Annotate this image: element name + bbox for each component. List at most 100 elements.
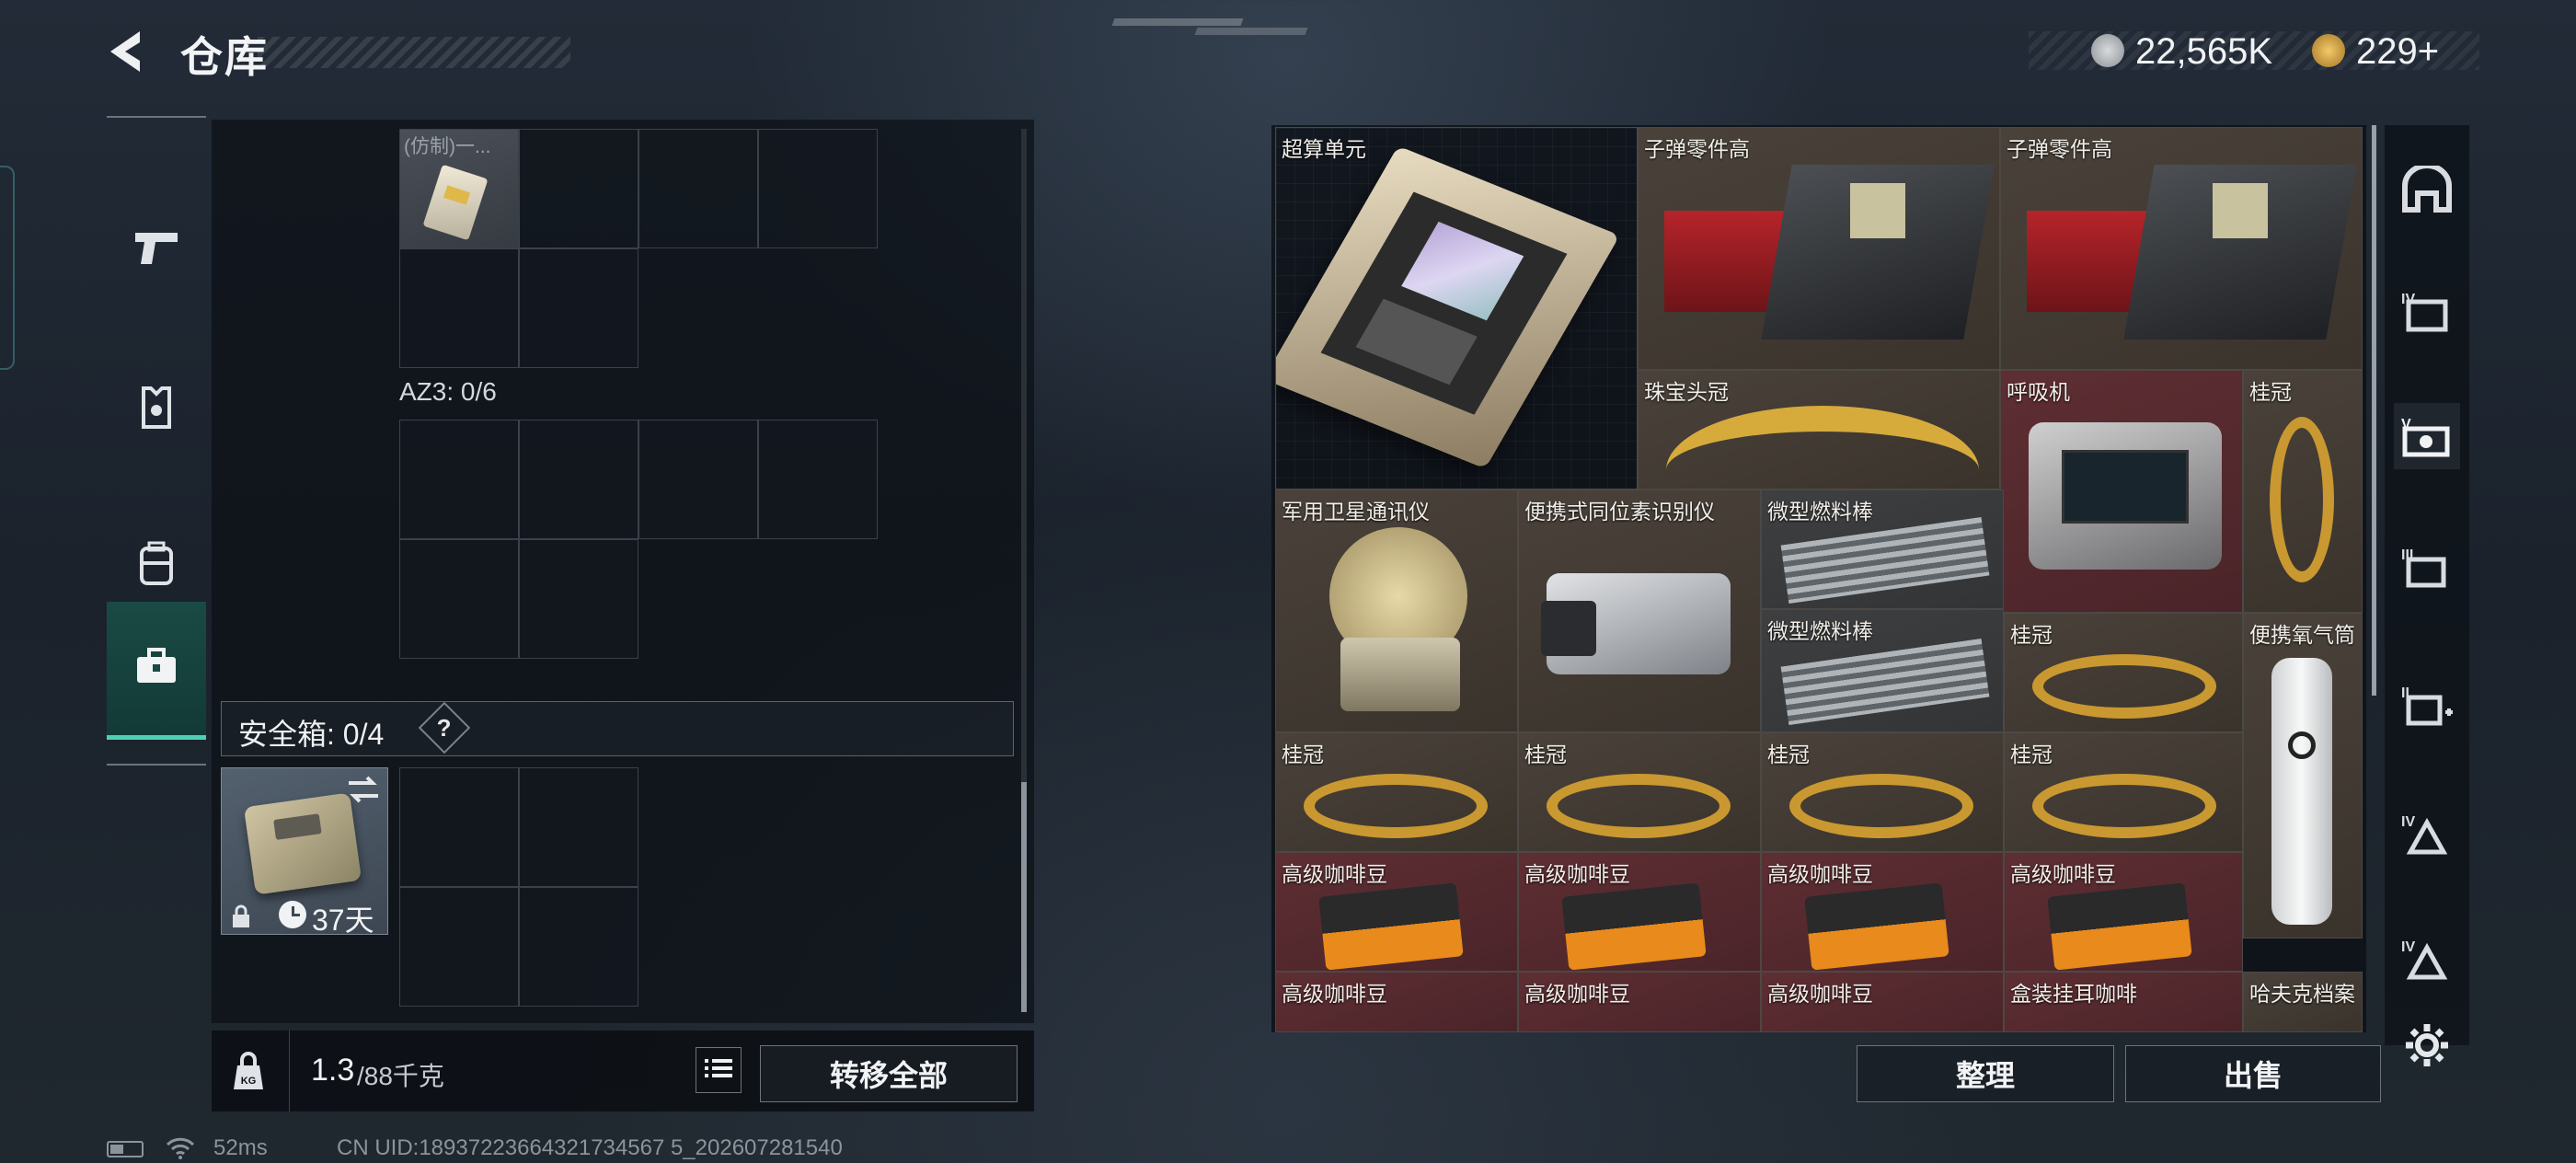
grid-cell[interactable] <box>399 539 519 659</box>
grid-cell[interactable] <box>519 248 638 368</box>
lock-icon <box>231 904 251 933</box>
stash-item[interactable]: 呼吸机 <box>2000 370 2243 613</box>
jewel-crown-image <box>1666 406 1979 470</box>
item-name: (仿制)一... <box>404 136 491 157</box>
back-arrow-icon[interactable] <box>103 26 155 77</box>
expiry-days: 37天 <box>312 904 374 937</box>
grid-cell[interactable] <box>638 420 758 539</box>
stash-item[interactable]: 盒装挂耳咖啡 <box>2004 972 2243 1032</box>
vault-icon[interactable] <box>2394 156 2460 223</box>
list-view-button[interactable] <box>696 1047 742 1093</box>
help-icon[interactable]: ? <box>418 701 471 754</box>
stash-item[interactable]: 高级咖啡豆 <box>1275 852 1518 972</box>
title-decoration <box>258 37 570 68</box>
nav-top-line <box>107 116 206 118</box>
equipment-nav <box>107 116 206 766</box>
safebox-slot[interactable] <box>399 767 519 887</box>
stash-item[interactable]: 珠宝头冠 <box>1638 370 2000 489</box>
stash-item[interactable]: 桂冠 <box>1761 732 2004 852</box>
fuel-rod-image <box>1780 639 1990 725</box>
stash-item[interactable]: 高级咖啡豆 <box>1518 852 1761 972</box>
nav-armor[interactable] <box>107 340 206 478</box>
coffee-bean-image <box>1561 882 1707 971</box>
stash-category-rail: IV V III II IV IV <box>2385 125 2469 1045</box>
stash-item[interactable]: 桂冠 <box>2243 370 2363 613</box>
container-item-slot[interactable]: (仿制)一... <box>399 129 519 248</box>
stash-item[interactable]: 高级咖啡豆 <box>1761 972 2004 1032</box>
isotope-identifier-image <box>1541 573 1731 674</box>
gold-coin-icon[interactable] <box>2312 34 2345 67</box>
stash-item[interactable]: 桂冠 <box>2004 613 2243 732</box>
scan-v-icon[interactable]: V <box>2394 403 2460 469</box>
stash-item[interactable]: 高级咖啡豆 <box>2004 852 2243 972</box>
uid-text: CN UID:18937223664321734567 5_2026072815… <box>337 1135 843 1160</box>
stash-item[interactable]: 哈夫克档案 <box>2243 972 2363 1032</box>
az3-label: AZ3: 0/6 <box>399 377 497 406</box>
stash-item[interactable]: 军用卫星通讯仪 <box>1275 489 1518 732</box>
folder-iv-icon[interactable]: IV <box>2394 278 2460 344</box>
stash-item[interactable]: 便携氧气筒 <box>2243 613 2363 938</box>
nav-weapon[interactable] <box>107 180 206 318</box>
stash-item[interactable]: 桂冠 <box>2004 732 2243 852</box>
stash-item[interactable]: 微型燃料棒 <box>1761 489 2004 609</box>
medkit-ii-icon[interactable]: II <box>2394 672 2460 738</box>
grid-cell[interactable] <box>758 129 878 248</box>
toolbox-icon <box>133 646 179 691</box>
stash-item[interactable]: 子弹零件高 <box>2000 127 2363 370</box>
grid-cell[interactable] <box>758 420 878 539</box>
laurel-crown-image <box>2032 654 2216 719</box>
nav-safebox[interactable] <box>107 602 206 740</box>
weight-current: 1.3 <box>311 1053 355 1088</box>
weight-lock-icon: KG <box>230 1051 267 1096</box>
stash-item[interactable]: 超算单元 <box>1275 127 1638 489</box>
stash-item[interactable]: 子弹零件高 <box>1638 127 2000 370</box>
coffee-bean-image <box>1318 882 1464 971</box>
safebox-slot[interactable] <box>399 887 519 1007</box>
svg-text:IV: IV <box>2401 814 2415 830</box>
list-icon <box>705 1057 732 1084</box>
laurel-crown-image <box>1547 774 1731 838</box>
fuel-rod-image <box>1780 517 1990 604</box>
top-glare <box>1111 18 1244 26</box>
stash-item[interactable]: 高级咖啡豆 <box>1518 972 1761 1032</box>
grid-cell[interactable] <box>399 248 519 368</box>
transfer-all-button[interactable]: 转移全部 <box>760 1045 1018 1102</box>
safebox-slot[interactable] <box>519 767 638 887</box>
safebox-header: 安全箱: 0/4 ? <box>221 701 1014 756</box>
ammo-box-image <box>1850 183 1905 238</box>
swap-icon[interactable] <box>345 774 382 810</box>
sell-button[interactable]: 出售 <box>2125 1045 2381 1102</box>
laurel-crown-image <box>2270 417 2334 582</box>
stash-item[interactable]: 桂冠 <box>1518 732 1761 852</box>
stash-item[interactable]: 高级咖啡豆 <box>1275 972 1518 1032</box>
tag-iii-icon[interactable]: III <box>2394 534 2460 600</box>
silver-currency-value: 22,565K <box>2135 31 2273 72</box>
ping-value: 52ms <box>213 1135 268 1160</box>
ammo-box-image <box>2213 183 2268 238</box>
stash-item[interactable]: 桂冠 <box>1275 732 1518 852</box>
battery-icon <box>107 1141 144 1157</box>
laurel-crown-image <box>2032 774 2216 838</box>
oxygen-tank-image <box>2271 658 2332 925</box>
sort-button[interactable]: 整理 <box>1857 1045 2114 1102</box>
gold-currency-value[interactable]: 229+ <box>2356 31 2439 73</box>
coffee-bean-image <box>2047 882 2192 971</box>
stash-scrollbar[interactable] <box>2372 125 2376 696</box>
svg-text:KG: KG <box>241 1076 257 1087</box>
safebox-slot[interactable] <box>519 887 638 1007</box>
shield-iv-icon[interactable]: IV <box>2394 800 2460 867</box>
svg-text:IV: IV <box>2401 939 2415 955</box>
safebox-item[interactable]: 37天 <box>221 767 388 937</box>
shield-iv-icon-2[interactable]: IV <box>2394 926 2460 992</box>
grid-cell[interactable] <box>638 129 758 248</box>
settings-icon[interactable] <box>2398 1016 2456 1075</box>
grid-cell[interactable] <box>519 420 638 539</box>
grid-cell[interactable] <box>519 129 638 248</box>
stash-item[interactable]: 微型燃料棒 <box>1761 609 2004 732</box>
grid-cell[interactable] <box>519 539 638 659</box>
grid-cell[interactable] <box>399 420 519 539</box>
nav-bottom-line <box>107 764 206 766</box>
stash-item[interactable]: 高级咖啡豆 <box>1761 852 2004 972</box>
stash-item[interactable]: 便携式同位素识别仪 <box>1518 489 1761 732</box>
container-scroll-thumb[interactable] <box>1021 782 1027 1012</box>
